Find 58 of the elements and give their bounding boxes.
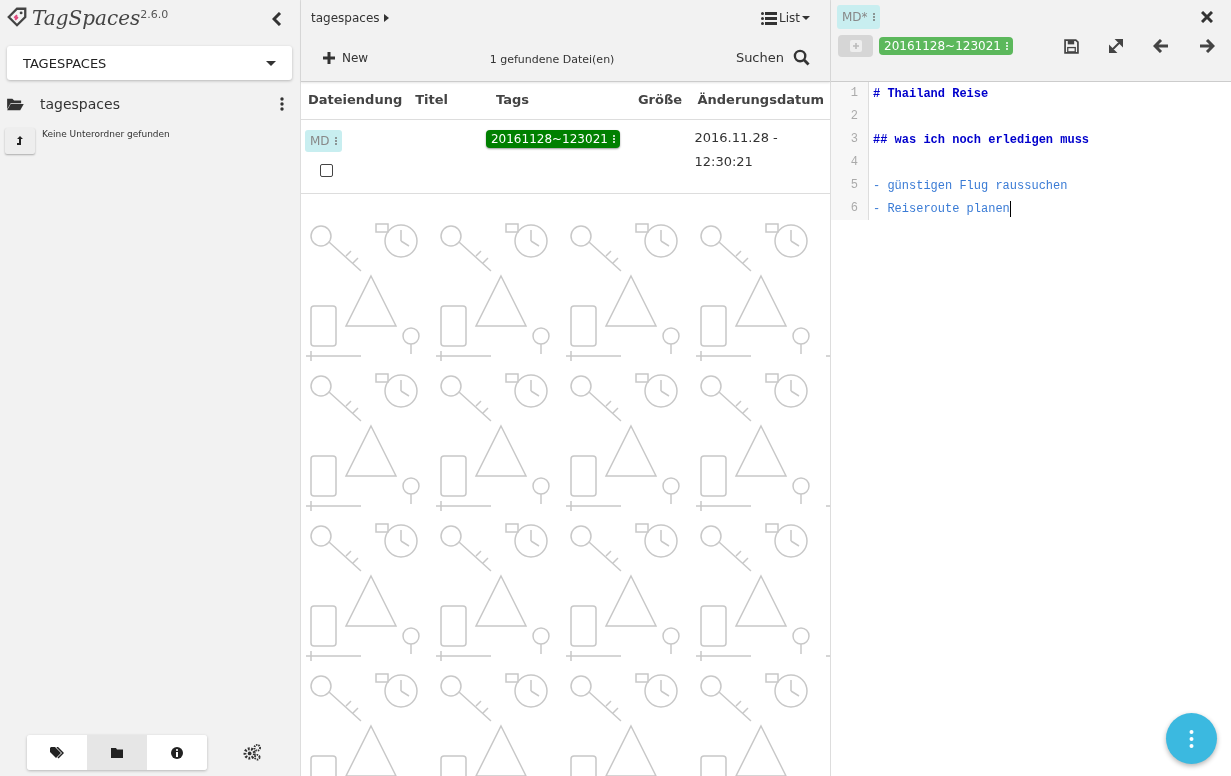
arrow-left-icon[interactable] xyxy=(1153,39,1169,53)
save-icon[interactable] xyxy=(1064,38,1079,54)
caret-right-icon xyxy=(383,14,389,22)
caret-icon xyxy=(266,60,276,66)
tags-tab[interactable] xyxy=(27,735,87,770)
location-dropdown[interactable]: TAGESPACES xyxy=(7,46,292,80)
row-checkbox[interactable] xyxy=(320,164,333,177)
column-header[interactable]: Titel xyxy=(408,82,456,120)
parent-folder-button[interactable] xyxy=(5,128,35,154)
heading-line[interactable]: # Thailand Reise xyxy=(873,86,989,101)
line-number: 5 xyxy=(831,174,869,197)
caret-icon xyxy=(802,16,810,20)
tag-logo-icon xyxy=(6,6,28,28)
line-number: 2 xyxy=(831,105,869,128)
column-header[interactable]: Größe xyxy=(630,82,691,120)
line-number: 1 xyxy=(831,82,869,105)
arrow-up-icon xyxy=(16,136,24,146)
more-vertical-icon xyxy=(612,135,615,143)
folder-icon xyxy=(111,747,123,758)
folders-tab[interactable] xyxy=(87,735,147,770)
folder-icon xyxy=(6,97,24,111)
close-icon[interactable] xyxy=(1201,11,1213,23)
list-item-line[interactable]: - Reiseroute planen xyxy=(873,201,1010,216)
new-button[interactable]: New xyxy=(317,49,375,66)
tag[interactable]: 20161128~123021 xyxy=(485,130,620,148)
file-count-text: 1 gefundene Datei(en) xyxy=(488,53,616,66)
more-vertical-icon[interactable] xyxy=(280,97,284,111)
more-vertical-icon xyxy=(1005,42,1008,50)
column-header[interactable]: Änderungsdatum xyxy=(690,82,830,120)
list-item-line[interactable]: - günstigen Flug raussuchen xyxy=(873,178,1068,193)
breadcrumb-folder[interactable]: tagespaces xyxy=(311,11,380,25)
info-icon xyxy=(171,746,183,759)
more-vertical-icon xyxy=(334,137,337,145)
column-header[interactable]: Tags xyxy=(455,82,631,120)
arrow-right-icon[interactable] xyxy=(1199,39,1215,53)
line-number: 6 xyxy=(831,197,869,220)
settings-icon[interactable] xyxy=(243,744,262,761)
heading-line[interactable]: ## was ich noch erledigen muss xyxy=(873,132,1090,147)
info-tab[interactable] xyxy=(147,735,207,770)
line-number: 4 xyxy=(831,151,869,174)
app-name: TagSpaces xyxy=(32,6,141,30)
modified-date-cell: 2016.11.28 - 12:30:21 xyxy=(690,119,830,194)
plus-icon xyxy=(849,40,862,52)
no-subfolders-text: Keine Unterordner gefunden xyxy=(42,129,170,139)
expand-icon[interactable] xyxy=(1109,39,1123,53)
more-vertical-icon xyxy=(1189,729,1194,748)
folder-name[interactable]: tagespaces xyxy=(40,96,120,112)
line-number: 3 xyxy=(831,128,869,151)
list-icon xyxy=(761,11,777,25)
more-vertical-icon xyxy=(872,13,875,21)
view-mode-button[interactable]: List xyxy=(755,10,816,26)
collapse-chevron-icon[interactable] xyxy=(272,12,282,26)
tags-icon xyxy=(50,746,64,759)
column-header[interactable]: Dateiendung xyxy=(301,82,409,120)
search-icon xyxy=(793,49,810,66)
app-version: 2.6.0 xyxy=(140,8,169,21)
plus-icon xyxy=(323,51,335,64)
search-button[interactable]: Suchen xyxy=(729,48,816,67)
